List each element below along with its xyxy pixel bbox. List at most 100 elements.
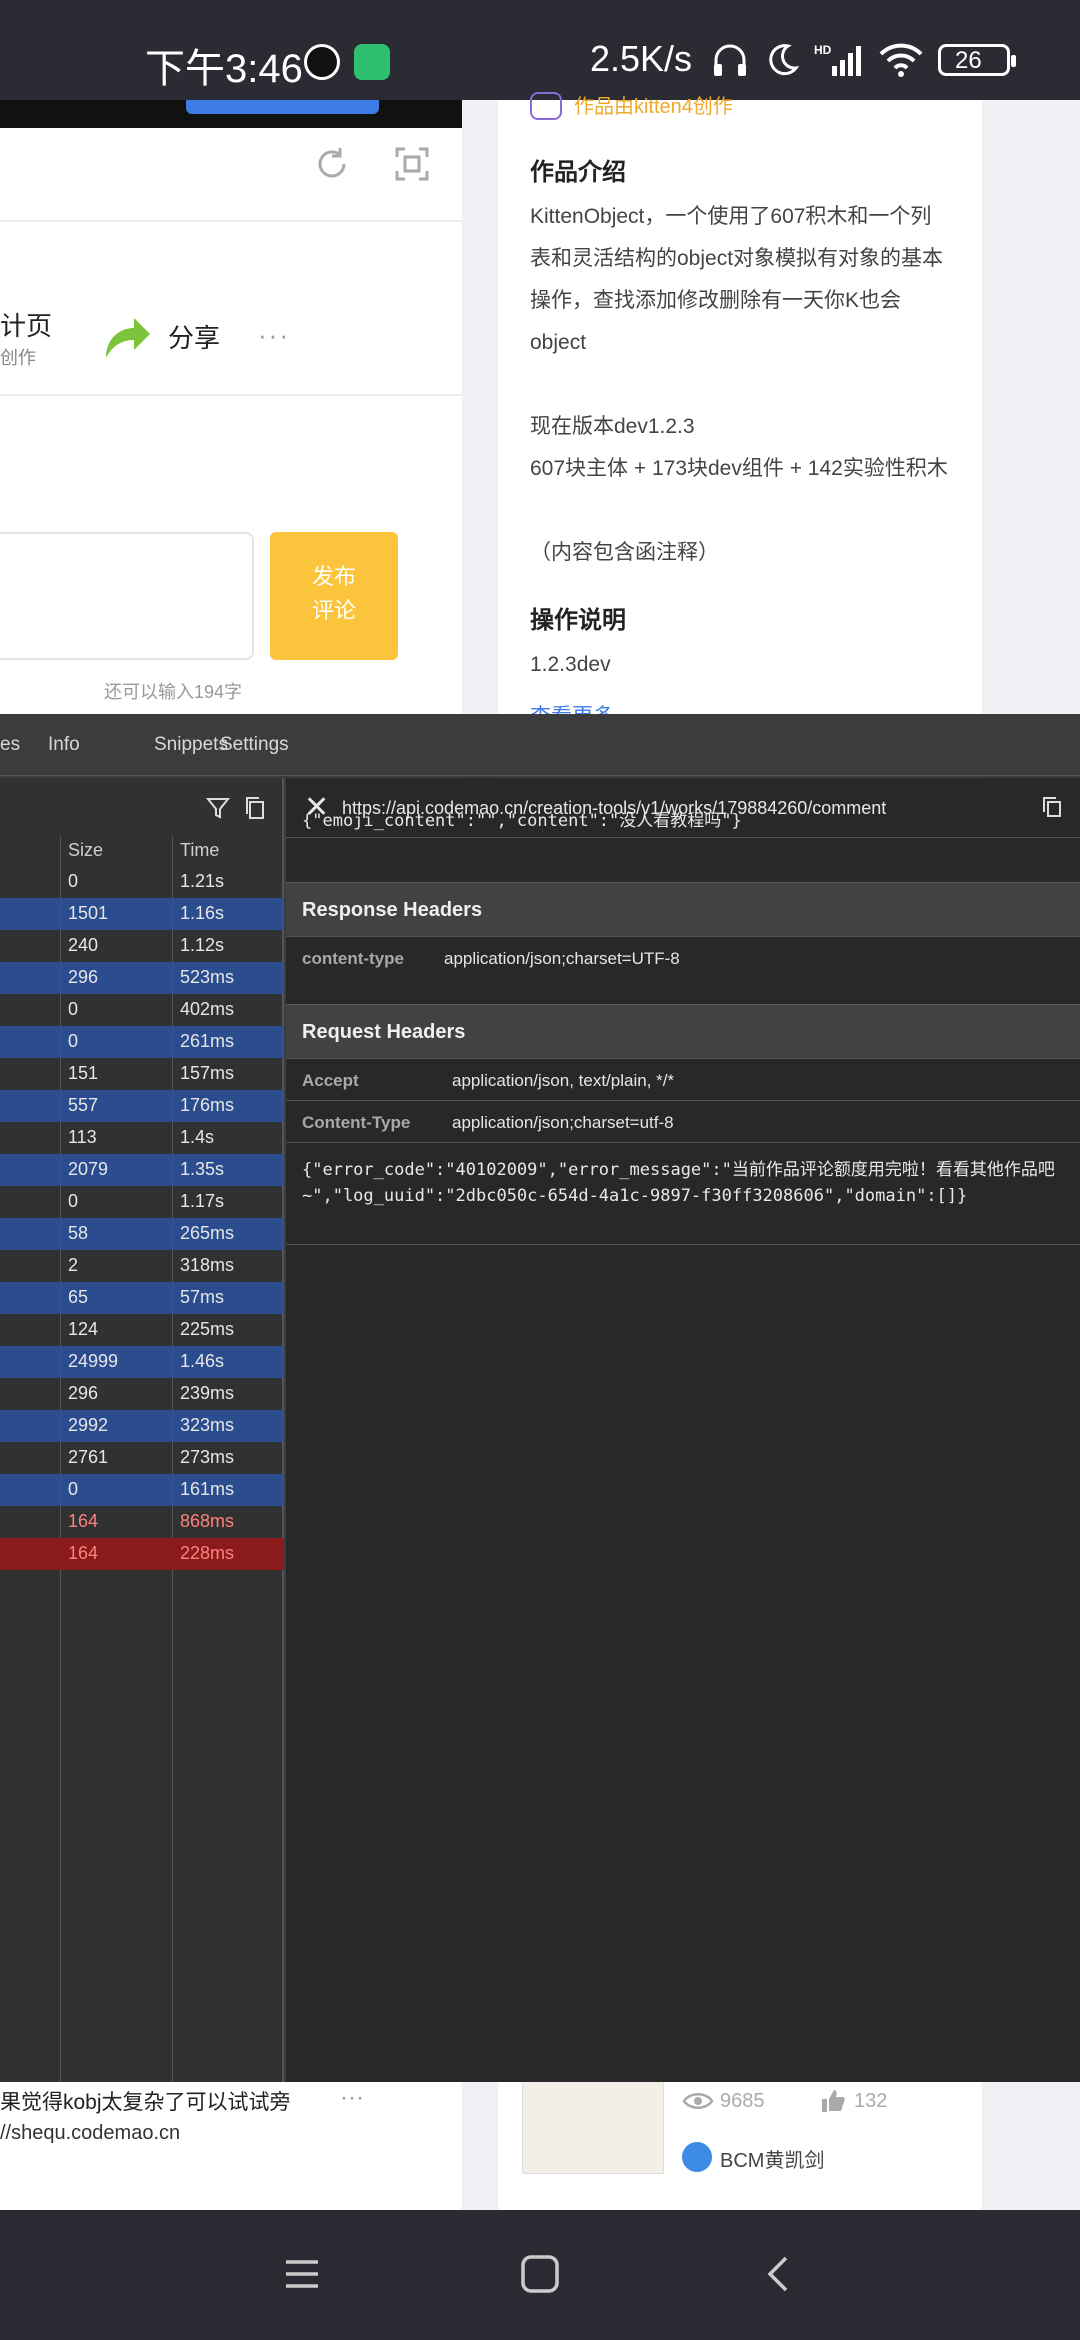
note-text: （内容包含函注释）: [530, 541, 719, 564]
fullscreen-icon[interactable]: [392, 144, 432, 184]
row-time: 161ms: [180, 1479, 235, 1499]
more-options-button[interactable]: ···: [258, 320, 290, 351]
network-row[interactable]: 1501 1.16s: [0, 898, 284, 930]
row-time: 1.46s: [180, 1351, 225, 1371]
battery-level: 26: [955, 47, 982, 74]
divider: [0, 220, 462, 222]
network-row[interactable]: 2761 273ms: [0, 1442, 284, 1474]
like-icon: [822, 2090, 845, 2112]
tab-settings[interactable]: Settings: [220, 734, 289, 756]
network-row[interactable]: 0 1.21s: [0, 866, 284, 898]
filter-icon[interactable]: [206, 796, 230, 820]
network-row[interactable]: 2 318ms: [0, 1250, 284, 1282]
network-row[interactable]: 113 1.4s: [0, 1122, 284, 1154]
network-row[interactable]: 2992 323ms: [0, 1410, 284, 1442]
response-headers-title: Response Headers: [302, 899, 483, 921]
request-header-row: Accept application/json, text/plain, */*: [286, 1058, 1080, 1100]
row-size: 296: [68, 1383, 99, 1403]
network-row[interactable]: 0 1.17s: [0, 1186, 284, 1218]
network-row[interactable]: 0 161ms: [0, 1474, 284, 1506]
size-column-header[interactable]: Size: [68, 840, 103, 861]
row-time: 225ms: [180, 1319, 235, 1339]
request-body: {"emoji_content":"","content":"没人看教程吗"}: [302, 811, 742, 831]
row-time: 273ms: [180, 1447, 235, 1467]
home-icon[interactable]: [520, 2254, 560, 2294]
eye-icon: [682, 2093, 714, 2109]
network-row[interactable]: 296 523ms: [0, 962, 284, 994]
comment-link[interactable]: //shequ.codemao.cn: [0, 2122, 180, 2145]
network-row[interactable]: 124 225ms: [0, 1314, 284, 1346]
header-value: application/json;charset=UTF-8: [444, 949, 680, 968]
network-row[interactable]: 0 402ms: [0, 994, 284, 1026]
row-size: 0: [68, 1479, 79, 1499]
design-page-label[interactable]: 计页: [0, 306, 52, 343]
network-row[interactable]: 2079 1.35s: [0, 1154, 284, 1186]
request-headers-section[interactable]: Request Headers: [286, 1004, 1080, 1058]
row-time: 176ms: [180, 1095, 235, 1115]
header-key: Accept: [302, 1071, 359, 1090]
row-size: 2079: [68, 1159, 109, 1179]
player-button[interactable]: [186, 100, 379, 114]
network-row[interactable]: 240 1.12s: [0, 930, 284, 962]
refresh-icon[interactable]: [312, 144, 352, 184]
status-time: 下午3:46: [145, 47, 303, 91]
response-header-row: content-type application/json;charset=UT…: [286, 936, 1080, 978]
ops-text: 1.2.3dev: [530, 653, 611, 676]
comment-input[interactable]: [0, 532, 254, 660]
response-body: {"error_code":"40102009","error_message"…: [302, 1160, 1055, 1206]
intro-title: 作品介绍: [530, 159, 626, 186]
tab-snippets[interactable]: Snippets: [154, 734, 228, 756]
row-time: 228ms: [180, 1543, 235, 1563]
back-icon[interactable]: [758, 2254, 798, 2294]
header-value: application/json, text/plain, */*: [452, 1071, 675, 1090]
row-size: 113: [68, 1127, 97, 1147]
row-size: 0: [68, 871, 79, 891]
header-key: Content-Type: [302, 1113, 411, 1132]
request-header-row: Content-Type application/json;charset=ut…: [286, 1100, 1080, 1142]
row-size: 2: [68, 1255, 79, 1275]
network-header-row: Size Time: [0, 836, 284, 866]
author-avatar: [682, 2142, 712, 2172]
network-row[interactable]: 164 868ms: [0, 1506, 284, 1538]
share-button[interactable]: 分享: [168, 318, 220, 355]
network-row[interactable]: 151 157ms: [0, 1058, 284, 1090]
row-size: 24999: [68, 1351, 119, 1371]
network-row[interactable]: 0 261ms: [0, 1026, 284, 1058]
row-time: 523ms: [180, 967, 235, 987]
publish-comment-button[interactable]: 发布 评论: [270, 532, 398, 660]
author-line[interactable]: 作品由kitten4创作: [574, 90, 733, 119]
row-size: 0: [68, 1191, 79, 1211]
recommend-likes: 132: [854, 2090, 888, 2112]
network-row[interactable]: 557 176ms: [0, 1090, 284, 1122]
navigation-bar: [0, 2210, 1080, 2340]
menu-icon[interactable]: [282, 2254, 322, 2294]
network-row[interactable]: 65 57ms: [0, 1282, 284, 1314]
tab-requests[interactable]: es: [0, 734, 20, 756]
divider: [286, 1244, 1080, 1245]
network-speed: 2.5K/s: [590, 38, 693, 79]
row-size: 2761: [68, 1447, 109, 1467]
network-row[interactable]: 24999 1.46s: [0, 1346, 284, 1378]
comment-more-button[interactable]: ···: [340, 2084, 364, 2112]
row-time: 1.35s: [180, 1159, 225, 1179]
response-headers-section[interactable]: Response Headers: [286, 882, 1080, 936]
recommend-thumbnail: [522, 2080, 664, 2174]
tab-info[interactable]: Info: [48, 734, 80, 756]
recommend-author[interactable]: BCM黄凯剑: [720, 2144, 824, 2173]
row-time: 402ms: [180, 999, 235, 1019]
request-headers-title: Request Headers: [302, 1021, 466, 1043]
request-detail: ✕ https://api.codemao.cn/creation-tools/…: [286, 778, 1080, 2082]
player-strip: [0, 100, 462, 128]
row-time: 265ms: [180, 1223, 235, 1243]
network-row[interactable]: 58 265ms: [0, 1218, 284, 1250]
row-size: 0: [68, 999, 79, 1019]
network-row[interactable]: 164 228ms: [0, 1538, 284, 1570]
time-column-header[interactable]: Time: [180, 840, 219, 861]
network-row[interactable]: 296 239ms: [0, 1378, 284, 1410]
share-icon[interactable]: [100, 308, 152, 364]
recommend-views: 9685: [720, 2090, 765, 2112]
row-time: 1.4s: [180, 1127, 215, 1147]
ops-title: 操作说明: [530, 607, 626, 634]
shield-app-icon: [354, 44, 390, 80]
copy-icon[interactable]: [244, 796, 266, 820]
